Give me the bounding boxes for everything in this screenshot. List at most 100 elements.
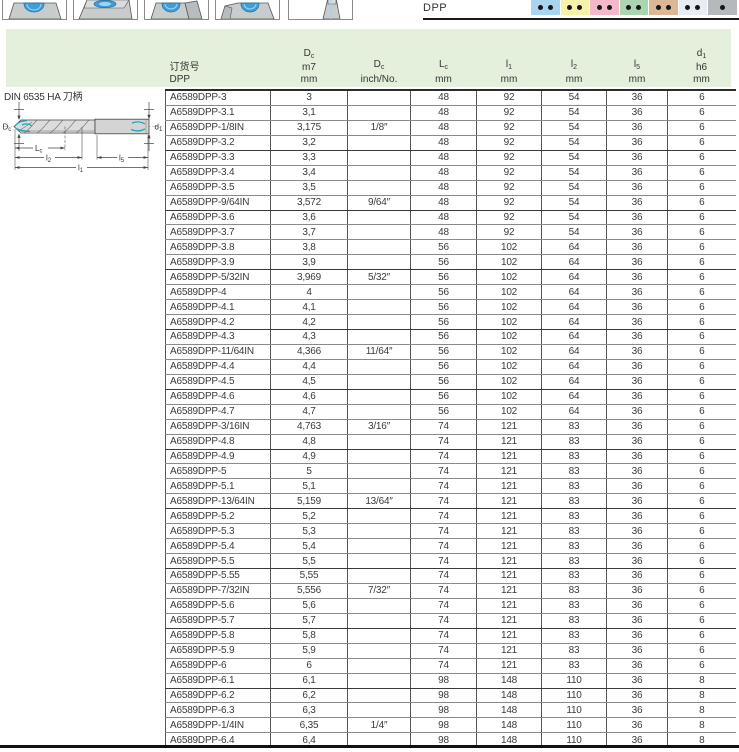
- value-cell: 92: [476, 135, 542, 151]
- value-cell: 102: [476, 404, 542, 420]
- table-row: A6589DPP-4.8 4,8 74 121 83 36 6: [165, 434, 736, 450]
- value-cell: 4: [270, 284, 348, 301]
- value-cell: 6: [667, 195, 736, 211]
- value-cell: 36: [606, 613, 668, 629]
- value-cell: 92: [476, 195, 542, 211]
- lc-label: Lc: [35, 144, 42, 155]
- order-number-cell: A6589DPP-6.1: [165, 673, 271, 689]
- value-cell: [347, 135, 411, 151]
- value-cell: 4,366: [270, 344, 348, 360]
- table-row: A6589DPP-5.55 5,55 74 121 83 36 6: [165, 568, 736, 584]
- column-header: l1 mm: [476, 29, 542, 91]
- value-cell: 36: [606, 673, 668, 689]
- value-cell: [347, 254, 411, 271]
- value-cell: 6: [667, 120, 736, 136]
- value-cell: 121: [476, 419, 542, 435]
- value-cell: 4,5: [270, 374, 348, 390]
- order-number-cell: A6589DPP-6.2: [165, 688, 271, 704]
- value-cell: 3,2: [270, 135, 348, 151]
- value-cell: [347, 210, 411, 226]
- value-cell: 54: [541, 120, 607, 136]
- value-cell: 8: [667, 688, 736, 704]
- value-cell: 54: [541, 150, 607, 166]
- l1-label: l1: [78, 164, 84, 175]
- value-cell: 6: [667, 628, 736, 644]
- value-cell: 36: [606, 344, 668, 360]
- value-cell: 3,6: [270, 210, 348, 226]
- value-cell: 74: [410, 493, 477, 510]
- value-cell: 36: [606, 553, 668, 569]
- value-cell: 36: [606, 463, 668, 480]
- value-cell: 6: [667, 105, 736, 121]
- value-cell: [347, 688, 411, 704]
- value-cell: 5,7: [270, 613, 348, 629]
- order-number-cell: A6589DPP-4.6: [165, 389, 271, 405]
- value-cell: 36: [606, 180, 668, 196]
- value-cell: 64: [541, 254, 607, 271]
- value-cell: 74: [410, 449, 477, 465]
- value-cell: 56: [410, 284, 477, 301]
- value-cell: 56: [410, 239, 477, 256]
- value-cell: 64: [541, 389, 607, 405]
- order-number-cell: A6589DPP-11/64IN: [165, 344, 271, 360]
- value-cell: 121: [476, 643, 542, 659]
- value-cell: 74: [410, 434, 477, 450]
- table-row: A6589DPP-13/64IN 5,159 13/64″ 74 121 83 36 6: [165, 493, 736, 510]
- value-cell: 6: [667, 329, 736, 345]
- header-divider: [423, 18, 739, 20]
- value-cell: 6: [667, 359, 736, 375]
- value-cell: 6: [667, 254, 736, 271]
- value-cell: [347, 434, 411, 450]
- value-cell: 83: [541, 493, 607, 510]
- value-cell: [347, 613, 411, 629]
- value-cell: 121: [476, 434, 542, 450]
- value-cell: 121: [476, 538, 542, 555]
- value-cell: 36: [606, 284, 668, 301]
- material-swatch: [560, 0, 589, 15]
- value-cell: 36: [606, 583, 668, 599]
- value-cell: 36: [606, 598, 668, 614]
- order-number-cell: A6589DPP-5.8: [165, 628, 271, 644]
- value-cell: 102: [476, 269, 542, 286]
- value-cell: 64: [541, 284, 607, 301]
- value-cell: 6,35: [270, 717, 348, 734]
- order-number-cell: A6589DPP-1/8IN: [165, 120, 271, 136]
- value-cell: 102: [476, 374, 542, 390]
- value-cell: 64: [541, 329, 607, 345]
- value-cell: 6: [667, 284, 736, 301]
- value-cell: 6: [667, 224, 736, 241]
- value-cell: [347, 568, 411, 584]
- value-cell: 102: [476, 359, 542, 375]
- suitability-dot: [636, 5, 642, 10]
- value-cell: 4,7: [270, 404, 348, 420]
- value-cell: 74: [410, 583, 477, 599]
- value-cell: 6: [667, 180, 736, 196]
- value-cell: 5/32″: [347, 269, 411, 286]
- order-number-cell: A6589DPP-7/32IN: [165, 583, 271, 599]
- value-cell: 110: [541, 702, 607, 719]
- table-row: A6589DPP-3.8 3,8 56 102 64 36 6: [165, 239, 736, 256]
- value-cell: 6: [667, 210, 736, 226]
- table-row: A6589DPP-5.5 5,5 74 121 83 36 6: [165, 553, 736, 569]
- value-cell: 102: [476, 314, 542, 330]
- value-cell: 98: [410, 702, 477, 719]
- table-row: A6589DPP-1/4IN 6,35 1/4″ 98 148 110 36 8: [165, 717, 736, 734]
- order-number-cell: A6589DPP-1/4IN: [165, 717, 271, 734]
- order-number-cell: A6589DPP-6: [165, 658, 271, 674]
- value-cell: 121: [476, 493, 542, 510]
- value-cell: 121: [476, 478, 542, 495]
- order-number-cell: A6589DPP-5: [165, 463, 271, 480]
- value-cell: [347, 598, 411, 614]
- value-cell: 74: [410, 478, 477, 495]
- value-cell: 48: [410, 195, 477, 211]
- value-cell: 110: [541, 688, 607, 704]
- value-cell: 6: [667, 613, 736, 629]
- value-cell: 36: [606, 195, 668, 211]
- cross-hole-icon: [144, 0, 209, 20]
- value-cell: 6,3: [270, 702, 348, 719]
- value-cell: 5,55: [270, 568, 348, 584]
- value-cell: 48: [410, 105, 477, 121]
- value-cell: 54: [541, 180, 607, 196]
- value-cell: 6: [667, 508, 736, 525]
- value-cell: 5,3: [270, 523, 348, 540]
